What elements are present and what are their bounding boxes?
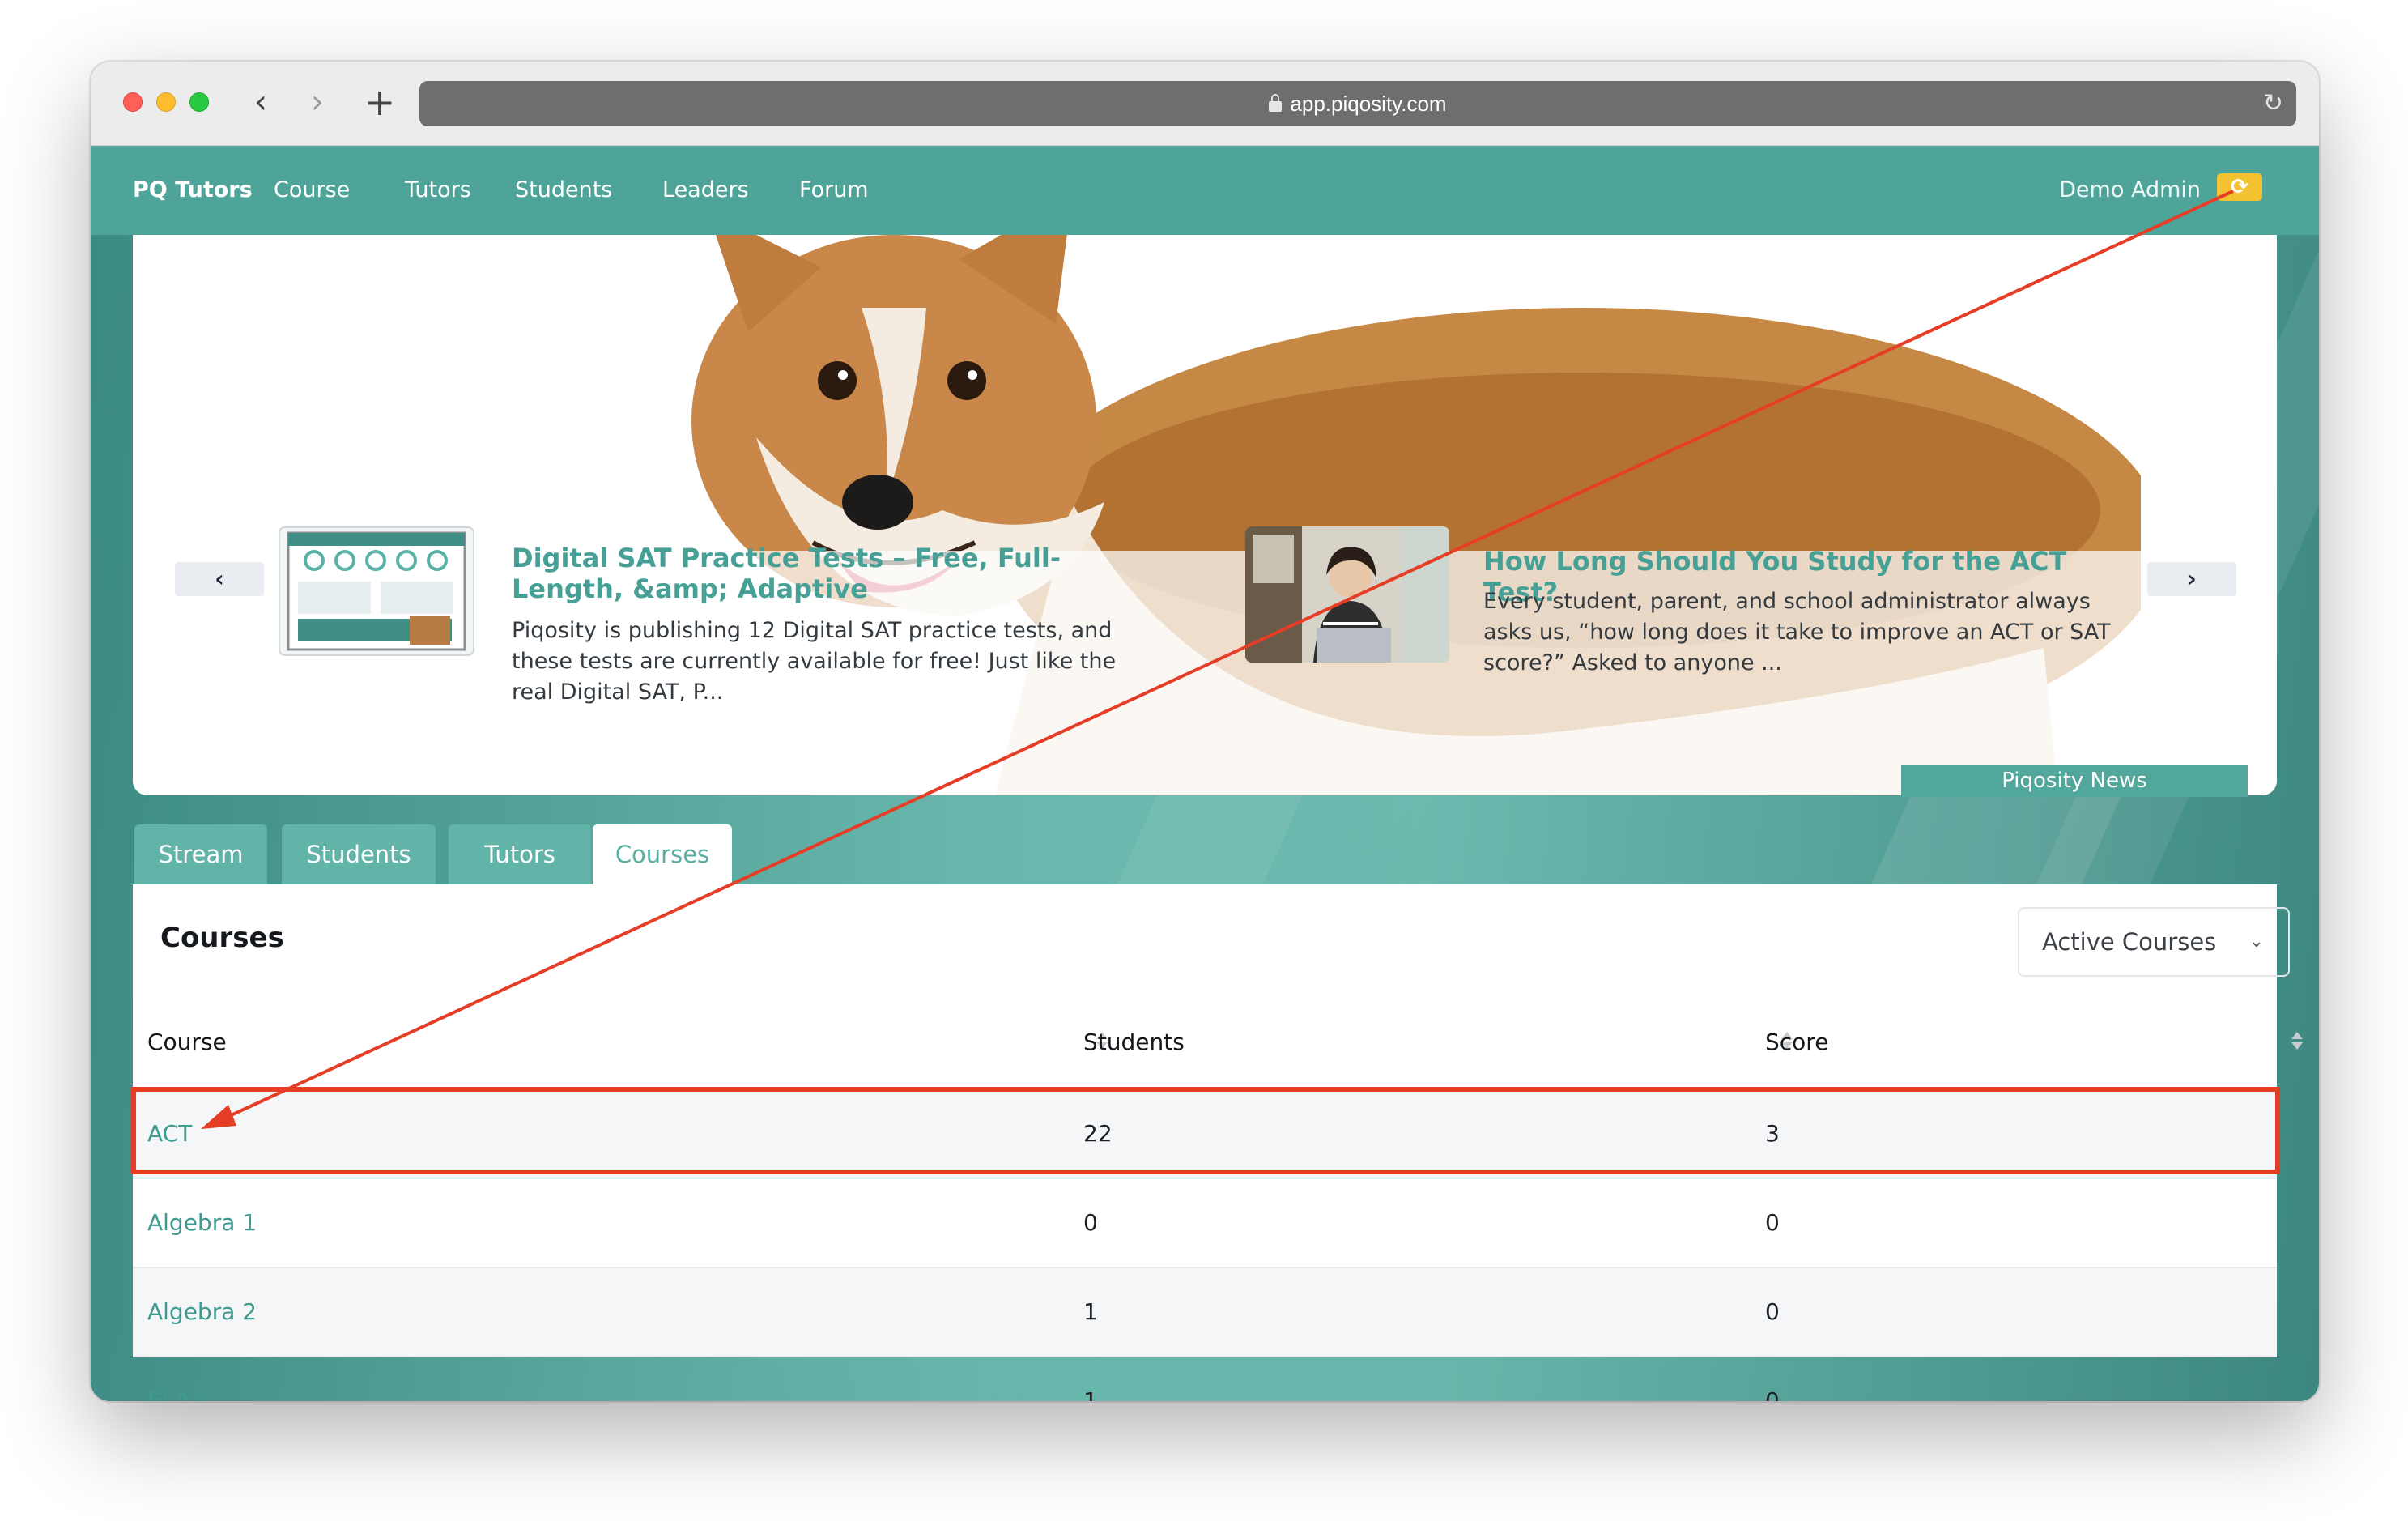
annotation-arrow xyxy=(201,190,2234,1129)
